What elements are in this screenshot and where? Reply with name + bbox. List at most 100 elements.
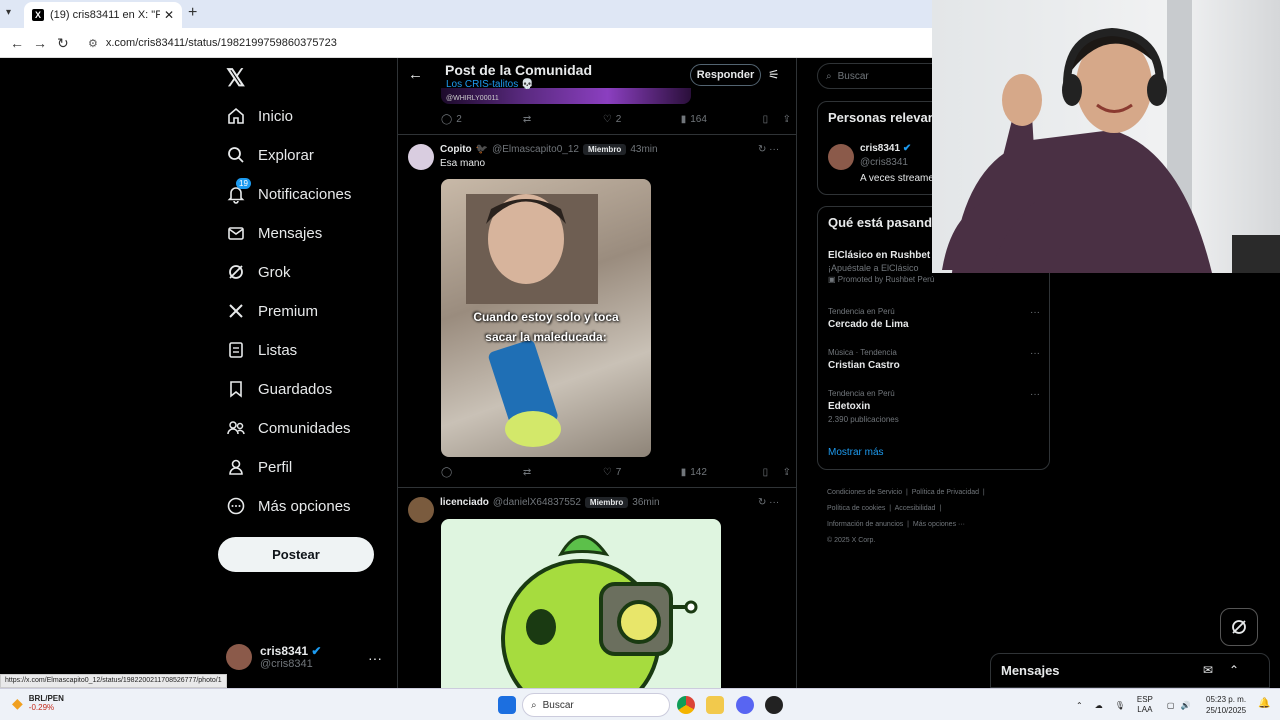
language-indicator[interactable]: ESP LAA	[1137, 695, 1153, 715]
footer-link[interactable]: Política de cookies	[827, 505, 885, 512]
new-message-icon[interactable]: ✉	[1203, 663, 1213, 677]
share-action[interactable]: ⇪	[783, 114, 791, 125]
post-author-handle[interactable]: @danielX64837552	[493, 497, 581, 508]
like-action[interactable]: ♡ 2	[603, 114, 681, 125]
reload-icon[interactable]: ↻	[57, 35, 69, 52]
tray-overflow-icon[interactable]: ⌃	[1076, 701, 1083, 710]
ticker-widget[interactable]: ◆ BRL/PEN -0.29%	[12, 694, 64, 712]
grok-fab-button[interactable]	[1220, 608, 1258, 646]
nav-home[interactable]: Inicio	[226, 106, 293, 126]
nav-messages[interactable]: Mensajes	[226, 223, 322, 243]
member-tag: Miembro	[584, 497, 629, 508]
account-more-icon[interactable]: ···	[368, 650, 382, 666]
footer-link[interactable]: Condiciones de Servicio	[827, 489, 902, 496]
trend-item[interactable]: Música · Tendencia Cristian Castro ···	[828, 348, 1040, 371]
post-more-icon[interactable]: ↻ ···	[758, 497, 779, 508]
system-tray: ⌃ ☁ 🎙 ESP LAA ▢ 🔊	[1076, 695, 1190, 715]
post-more-icon[interactable]: ↻ ···	[758, 144, 779, 155]
post-button[interactable]: Postear	[218, 537, 374, 572]
nav-explore[interactable]: Explorar	[226, 145, 314, 165]
nav-notifications[interactable]: 19 Notificaciones	[226, 178, 351, 204]
nav-communities[interactable]: Comunidades	[226, 418, 351, 438]
nav-profile[interactable]: Perfil	[226, 457, 292, 477]
account-switcher[interactable]: cris8341 ✔ @cris8341	[226, 644, 321, 670]
account-name: cris8341	[260, 644, 309, 658]
footer-link[interactable]: Política de Privacidad	[912, 489, 979, 496]
respond-button[interactable]: Responder	[690, 64, 761, 86]
clock-date: 25/10/2025	[1206, 706, 1247, 715]
copito-avatar[interactable]	[408, 144, 434, 170]
post-time[interactable]: 36min	[632, 497, 659, 508]
reply-action[interactable]: ◯	[441, 467, 523, 478]
discord-icon[interactable]	[736, 696, 754, 714]
post-image-meme[interactable]: Cuando estoy solo y toca sacar la maledu…	[441, 179, 651, 457]
taskbar-clock[interactable]: 05:23 p. m. 25/10/2025	[1206, 694, 1246, 716]
new-tab-icon[interactable]: +	[188, 4, 197, 22]
post-author-handle[interactable]: @Elmascapito0_12	[492, 144, 579, 155]
file-explorer-icon[interactable]	[706, 696, 724, 714]
browser-tab[interactable]: X (19) cris83411 en X: "Pasen foto: ✕	[24, 2, 182, 28]
views-bar-icon: ▮	[680, 467, 687, 478]
network-icon[interactable]: ☁	[1095, 701, 1103, 710]
footer-link[interactable]: Información de anuncios	[827, 521, 903, 528]
trend-item[interactable]: Tendencia en Perú Edetoxin 2.390 publica…	[828, 389, 1040, 424]
views-action[interactable]: ▮ 164	[681, 114, 763, 125]
community-link[interactable]: Los CRIS-talitos 💀	[446, 79, 533, 90]
repost-action[interactable]: ⇄	[523, 467, 603, 478]
chrome-icon[interactable]	[677, 696, 695, 714]
licenciado-avatar[interactable]	[408, 497, 434, 523]
obs-icon[interactable]	[765, 696, 783, 714]
filter-sliders-icon[interactable]: ⚟	[768, 67, 780, 83]
bookmark-action[interactable]: ▯	[763, 114, 783, 125]
tab-list-chevron-icon[interactable]: ▾	[6, 7, 11, 18]
footer-link[interactable]: Accesibilidad	[895, 505, 936, 512]
trend-more-icon[interactable]: ···	[1030, 307, 1040, 318]
back-arrow-icon[interactable]: ←	[10, 35, 24, 51]
x-logo-icon[interactable]: 𝕏	[226, 64, 245, 93]
post-author-name[interactable]: Copito	[440, 144, 472, 155]
taskbar-search[interactable]: ⌕ Buscar	[522, 693, 670, 717]
divider	[398, 134, 796, 135]
forward-arrow-icon[interactable]: →	[33, 35, 47, 51]
bookmark-action[interactable]: ▯	[763, 467, 783, 478]
nav-bookmarks[interactable]: Guardados	[226, 379, 332, 399]
post-time[interactable]: 43min	[630, 144, 657, 155]
expand-up-icon[interactable]: ⌃	[1229, 663, 1239, 677]
back-arrow-icon[interactable]: ←	[408, 66, 423, 83]
share-action[interactable]: ⇪	[783, 467, 791, 478]
nav-grok-label: Grok	[258, 263, 291, 281]
post-image-peashooter[interactable]	[441, 519, 721, 688]
reply-icon: ◯	[441, 114, 453, 125]
nav-premium[interactable]: Premium	[226, 301, 318, 321]
like-action[interactable]: ♡ 7	[603, 467, 681, 478]
reply-action[interactable]: ◯ 2	[441, 114, 523, 125]
grok-icon	[226, 262, 246, 282]
site-info-icon[interactable]: ⚙	[88, 37, 98, 50]
nav-lists[interactable]: Listas	[226, 340, 297, 360]
nav-messages-label: Mensajes	[258, 224, 323, 242]
views-action[interactable]: ▮ 142	[681, 467, 763, 478]
post-author-name[interactable]: licenciado	[440, 497, 489, 508]
wifi-icon[interactable]: ▢	[1167, 701, 1175, 710]
person-name[interactable]: cris8341	[860, 143, 900, 154]
show-more-link[interactable]: Mostrar más	[828, 447, 884, 458]
nav-more-options[interactable]: Más opciones	[226, 496, 351, 516]
nav-profile-label: Perfil	[258, 458, 293, 476]
volume-icon[interactable]: 🔊	[1180, 701, 1190, 710]
trend-item[interactable]: Tendencia en Perú Cercado de Lima ···	[828, 307, 1040, 330]
repost-action[interactable]: ⇄	[523, 114, 603, 125]
grok-icon	[1232, 620, 1246, 634]
person-avatar[interactable]	[828, 144, 854, 170]
start-windows-icon[interactable]	[498, 696, 516, 714]
footer-link[interactable]: Más opciones ···	[913, 521, 965, 528]
clock-time: 05:23 p. m.	[1206, 695, 1247, 704]
url-field[interactable]: ⚙ x.com/cris83411/status/198219975986037…	[80, 32, 940, 54]
close-tab-icon[interactable]: ✕	[164, 8, 174, 22]
messages-dock[interactable]: Mensajes ✉ ⌃	[990, 653, 1270, 688]
trend-more-icon[interactable]: ···	[1030, 348, 1040, 359]
notification-bell-icon[interactable]: 🔔	[1258, 698, 1270, 709]
mic-icon[interactable]: 🎙	[1115, 701, 1125, 710]
nav-grok[interactable]: Grok	[226, 262, 291, 282]
trend-more-icon[interactable]: ···	[1030, 389, 1040, 400]
nav-bookmarks-label: Guardados	[258, 380, 333, 398]
